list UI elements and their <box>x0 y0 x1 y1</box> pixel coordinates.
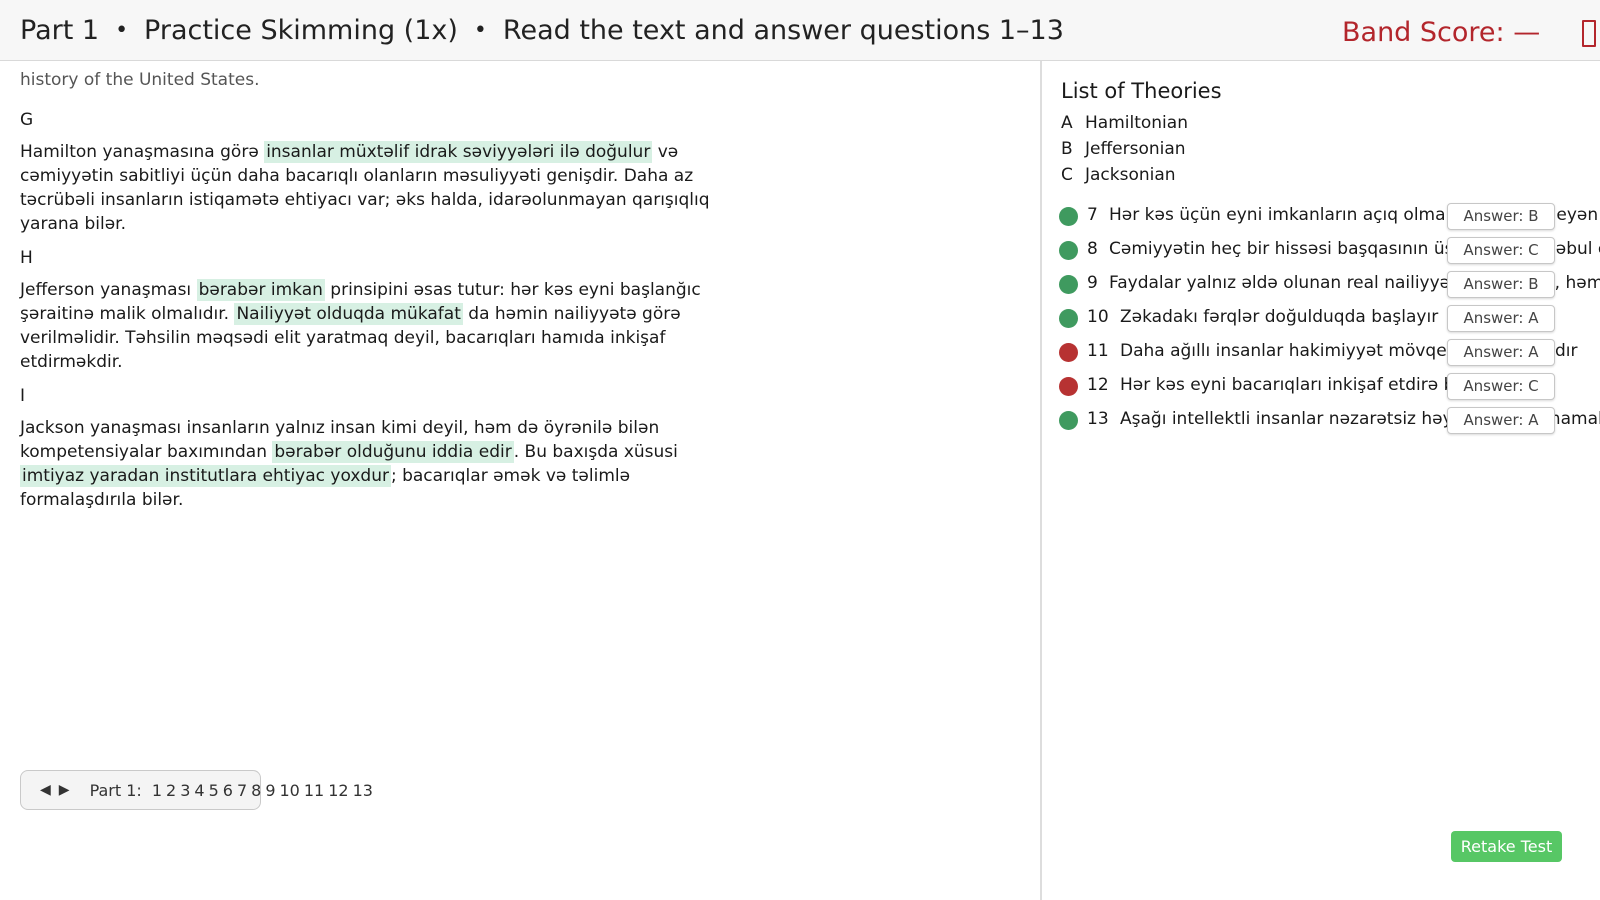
question-text: Zəkadakı fərqlər doğulduqda başlayır <box>1120 307 1439 327</box>
mode-title: Practice Skimming (1x) <box>144 14 458 46</box>
part-title: Part 1 <box>20 14 100 46</box>
theory-name: Hamiltonian <box>1085 113 1188 133</box>
next-arrow-icon[interactable]: ▶ <box>59 782 70 798</box>
theory-item: C Jacksonian <box>1061 165 1176 185</box>
menu-icon[interactable] <box>1582 20 1596 47</box>
question-nav-number[interactable]: 13 <box>353 781 373 800</box>
separator-dot: • <box>473 17 487 43</box>
question-nav-number[interactable]: 9 <box>265 781 275 800</box>
question-number: 10 <box>1087 307 1109 327</box>
questions-pane[interactable]: List of Theories A Hamiltonian B Jeffersoni… <box>1042 61 1600 900</box>
theories-title: List of Theories <box>1061 79 1222 103</box>
theory-item: A Hamiltonian <box>1061 113 1188 133</box>
theory-name: Jacksonian <box>1085 165 1176 185</box>
prev-arrow-icon[interactable]: ◀ <box>40 782 51 798</box>
section-letter: H <box>20 248 33 268</box>
question-nav-number[interactable]: 7 <box>237 781 247 800</box>
theory-name: Jeffersonian <box>1085 139 1186 159</box>
question-nav-number[interactable]: 8 <box>251 781 261 800</box>
answer-box[interactable]: Answer: A <box>1447 407 1555 434</box>
paragraph-text: Jefferson yanaşması <box>20 280 197 300</box>
question-row: 7 Hər kəs üçün eyni imkanların açıq olmal… <box>1059 203 1600 230</box>
question-nav-number[interactable]: 11 <box>304 781 324 800</box>
paragraph-text: Hamilton yanaşmasına görə <box>20 142 265 162</box>
theory-letter: A <box>1061 113 1073 133</box>
highlighted-text: bərabər imkan <box>196 279 325 301</box>
answer-box[interactable]: Answer: C <box>1447 373 1555 400</box>
previous-paragraph-tail: history of the United States. <box>20 70 260 90</box>
highlighted-text: imtiyaz yaradan institutlara ehtiyac yox… <box>20 465 391 487</box>
navigator-label: Part 1: <box>89 780 142 800</box>
instruction-title: Read the text and answer questions 1–13 <box>502 14 1064 46</box>
section-letter: G <box>20 110 34 130</box>
question-number: 7 <box>1087 205 1098 225</box>
question-nav-number[interactable]: 4 <box>194 781 204 800</box>
theory-item: B Jeffersonian <box>1061 139 1186 159</box>
question-text: Hər kəs eyni bacarıqları inkişaf etdirə … <box>1120 375 1482 395</box>
question-nav-number[interactable]: 6 <box>223 781 233 800</box>
question-row: 9 Faydalar yalnız əldə olunan real nailiy… <box>1059 271 1600 298</box>
question-nav-number[interactable]: 2 <box>166 781 176 800</box>
band-score: Band Score: — <box>1342 17 1541 48</box>
section-letter: I <box>20 386 26 406</box>
answer-box[interactable]: Answer: A <box>1447 305 1555 332</box>
correct-status-dot <box>1059 411 1078 430</box>
correct-status-dot <box>1059 275 1078 294</box>
question-row: 8Cəmiyyətin heç bir hissəsi başqasının ü… <box>1059 237 1600 264</box>
answer-box[interactable]: Answer: B <box>1447 271 1555 298</box>
question-nav-number[interactable]: 12 <box>328 781 348 800</box>
question-number: 8 <box>1087 239 1098 259</box>
question-row: 11 Daha ağıllı insanlar hakimiyyət mövqel… <box>1059 339 1600 366</box>
question-number: 12 <box>1087 375 1109 395</box>
answer-box[interactable]: Answer: A <box>1447 339 1555 366</box>
question-nav-number[interactable]: 5 <box>209 781 219 800</box>
passage-text: history of the United States. G Hamilton … <box>20 68 720 522</box>
correct-status-dot <box>1059 241 1078 260</box>
paragraph-text: . Bu baxışda xüsusi <box>513 442 678 462</box>
separator-dot: • <box>115 17 129 43</box>
question-row: 13 Aşağı intellektli insanlar nəzarətsiz … <box>1059 407 1600 434</box>
correct-status-dot <box>1059 207 1078 226</box>
theory-letter: C <box>1061 165 1073 185</box>
question-number: 11 <box>1087 341 1109 361</box>
question-number: 9 <box>1087 273 1098 293</box>
retake-test-button[interactable]: Retake Test <box>1451 831 1562 862</box>
section-paragraph: Jefferson yanaşması bərabər imkan prinsi… <box>20 278 720 374</box>
answer-box[interactable]: Answer: C <box>1447 237 1555 264</box>
answer-box[interactable]: Answer: B <box>1447 203 1555 230</box>
highlighted-text: Nailiyyət olduqda mükafat <box>234 303 463 325</box>
question-nav-number[interactable]: 3 <box>180 781 190 800</box>
wrong-status-dot <box>1059 343 1078 362</box>
question-row: 12 Hər kəs eyni bacarıqları inkişaf etdir… <box>1059 373 1600 400</box>
question-row: 10 Zəkadakı fərqlər doğulduqda başlayır An… <box>1059 305 1600 332</box>
highlighted-text: bərabər olduğunu iddia edir <box>272 441 514 463</box>
question-nav-number[interactable]: 1 <box>152 781 162 800</box>
correct-status-dot <box>1059 309 1078 328</box>
highlighted-text: insanlar müxtəlif idrak səviyyələri ilə … <box>264 141 653 163</box>
wrong-status-dot <box>1059 377 1078 396</box>
theory-letter: B <box>1061 139 1073 159</box>
question-number: 13 <box>1087 409 1109 429</box>
section-paragraph: Hamilton yanaşmasına görə insanlar müxtə… <box>20 140 720 236</box>
question-nav-number[interactable]: 10 <box>280 781 300 800</box>
section-paragraph: Jackson yanaşması insanların yalnız insa… <box>20 416 720 512</box>
question-navigator-row: ◀ ▶ Part 1: 1 2 3 4 5 6 7 8 9 10 11 12 13 <box>40 780 377 800</box>
